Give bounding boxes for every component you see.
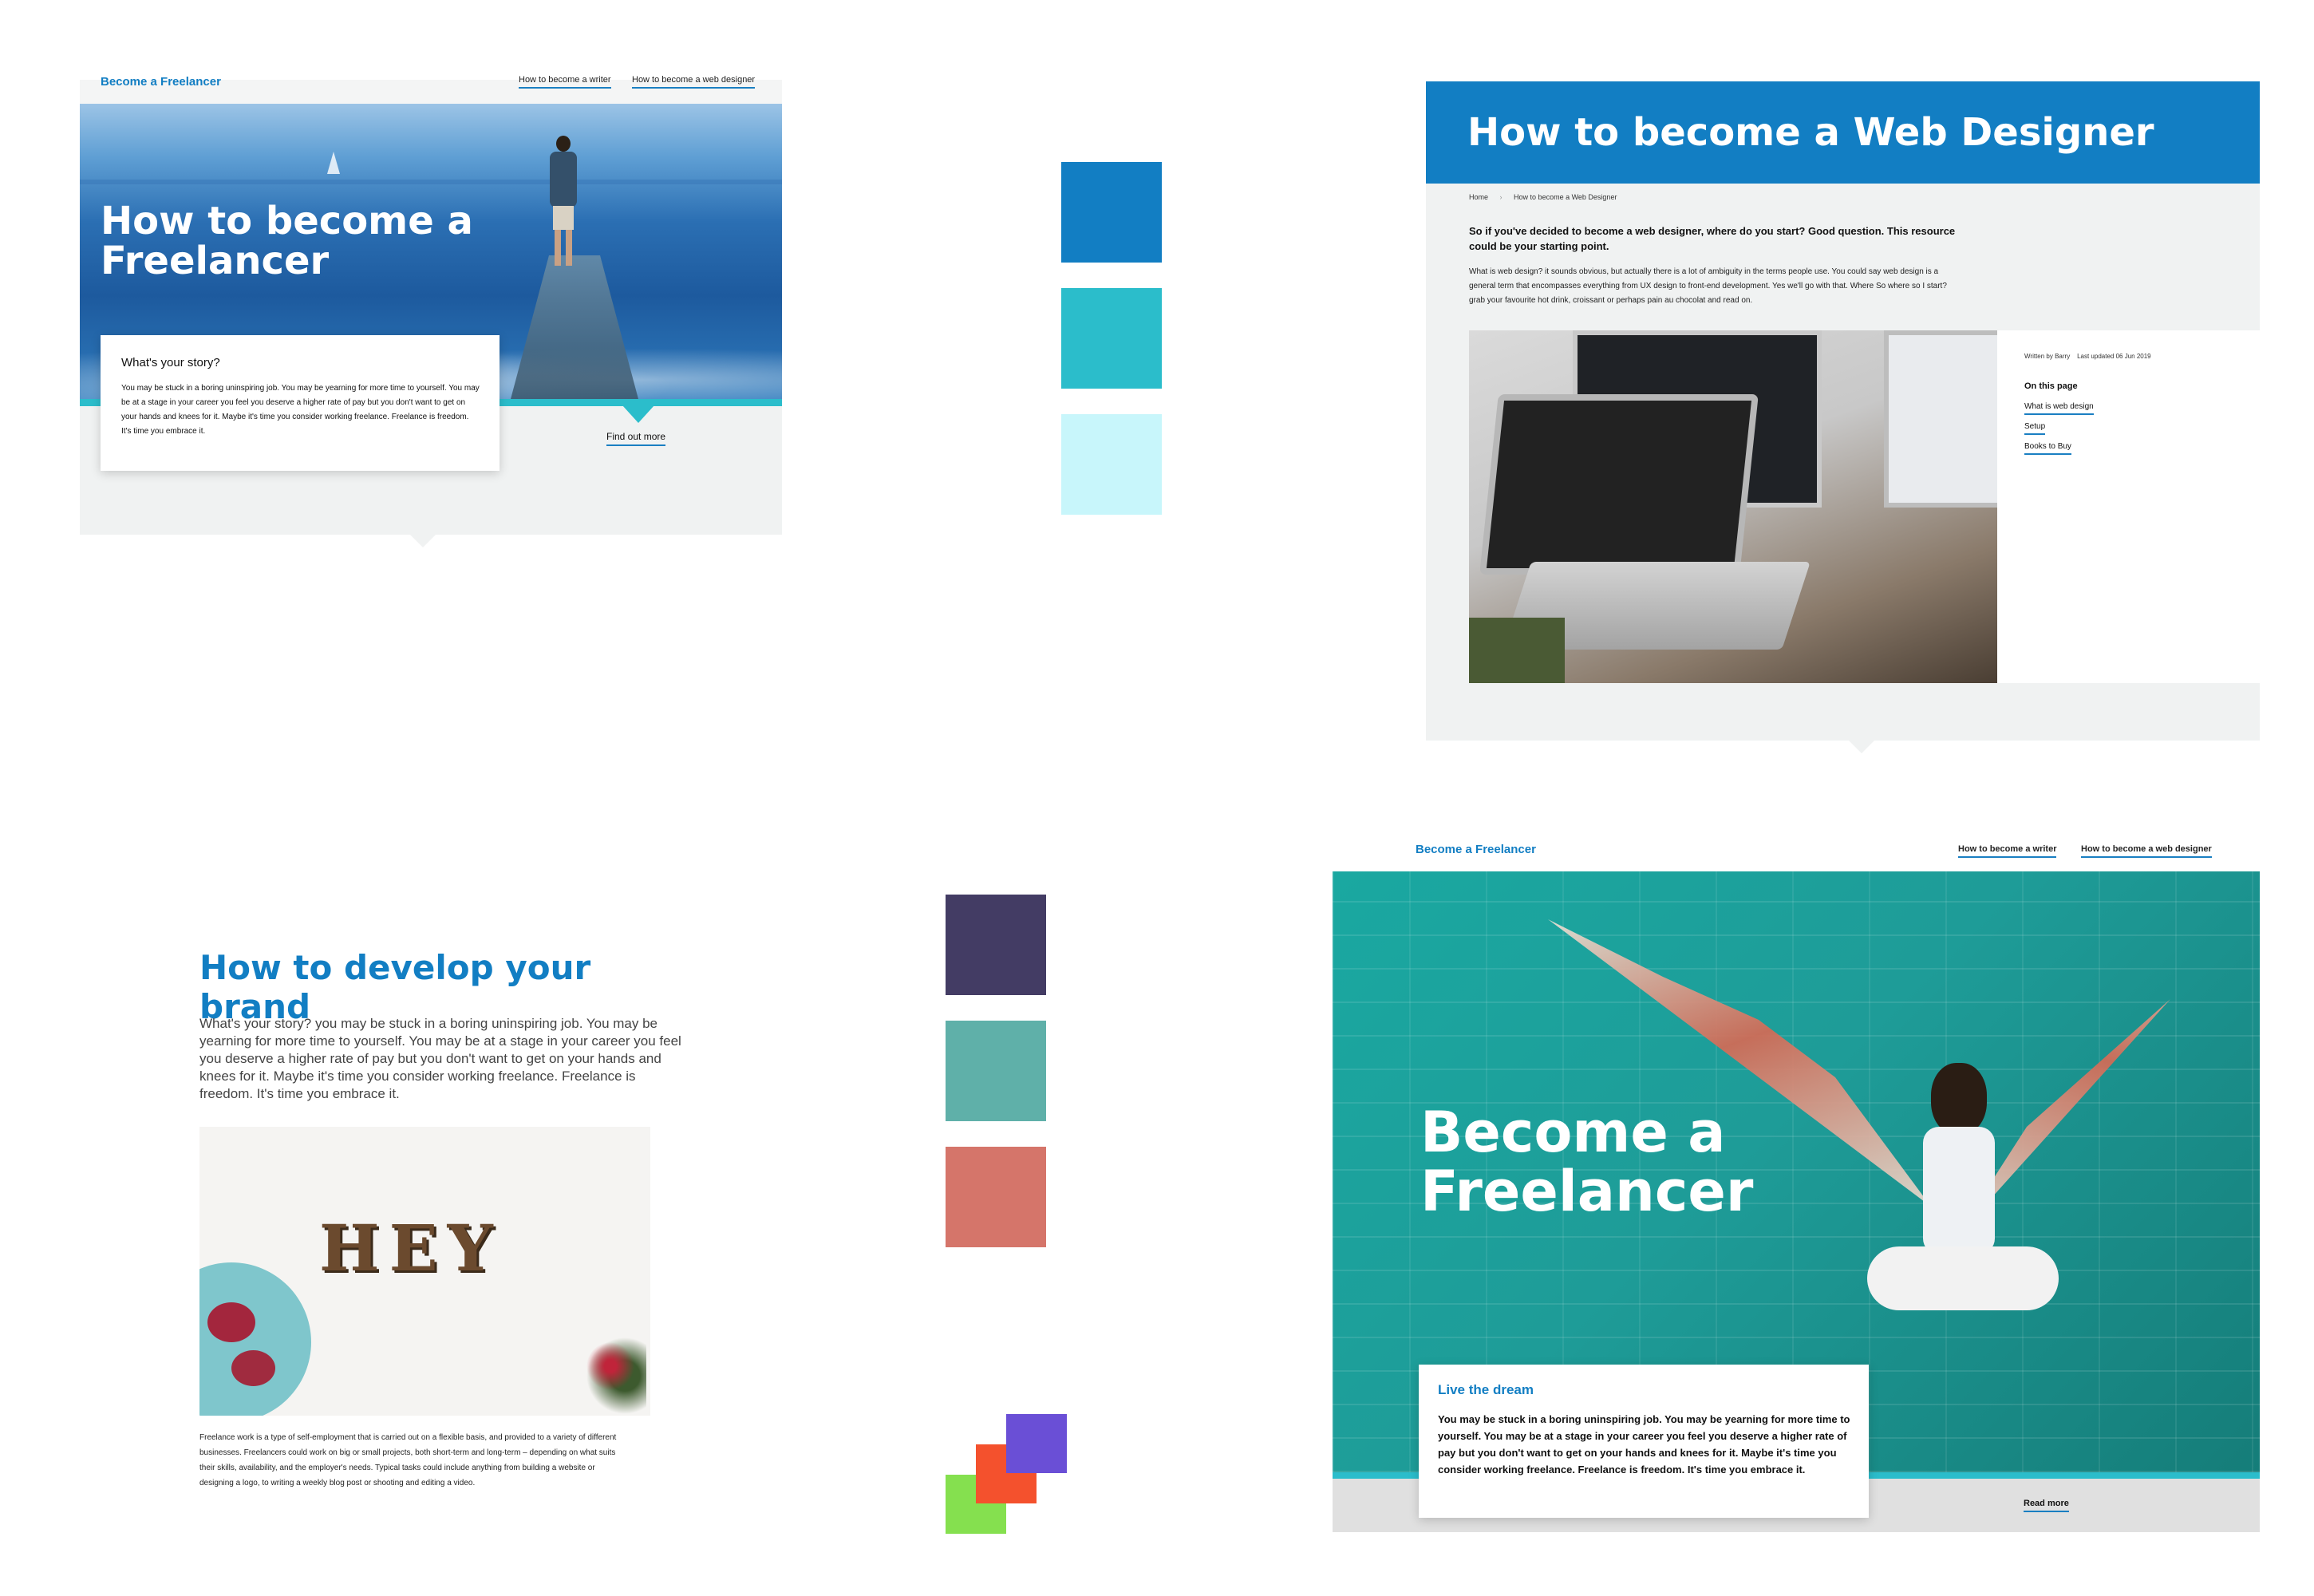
article-meta: Written by Barry Last updated 06 Jun 201… xyxy=(2024,353,2151,360)
brand-logo[interactable]: Become a Freelancer xyxy=(1416,843,1536,856)
letterpress-word: HEY xyxy=(319,1211,503,1286)
card-body: You may be stuck in a boring uninspiring… xyxy=(121,384,480,436)
swatch-navy xyxy=(946,895,1046,995)
card-heading: Live the dream xyxy=(1438,1382,1534,1397)
article-lead: What's your story? you may be stuck in a… xyxy=(199,1016,681,1101)
find-out-more-link[interactable]: Find out more xyxy=(606,431,666,446)
mock-brand-article: How to develop your brand What's your st… xyxy=(199,942,710,1516)
article-body: Freelance work is a type of self-employm… xyxy=(199,1433,617,1487)
woman-figure xyxy=(1867,1063,2059,1398)
laptop-photo xyxy=(1469,330,1997,683)
swatch-salmon xyxy=(946,1147,1046,1247)
intro-text: So if you've decided to become a web des… xyxy=(1469,225,1956,252)
page-title: How to become a Web Designer xyxy=(1467,110,2154,155)
mock-web-designer-page: How to become a Web Designer Home › How … xyxy=(1426,81,2260,741)
read-more-link[interactable]: Read more xyxy=(2024,1499,2069,1512)
breadcrumb-home[interactable]: Home xyxy=(1469,193,1488,201)
nav-link-web-designer[interactable]: How to become a web designer xyxy=(632,75,756,89)
hero-title: Become a Freelancer xyxy=(1420,1100,1754,1224)
band-caret xyxy=(622,405,654,423)
mock-freelancer-page: Become a Freelancer How to become a writ… xyxy=(80,75,782,535)
body-text: What is web design? it sounds obvious, b… xyxy=(1469,267,1947,305)
hey-image: HEY xyxy=(199,1127,650,1416)
nav-link-writer[interactable]: How to become a writer xyxy=(1958,844,2057,858)
person-figure xyxy=(547,136,578,267)
title-bar: How to become a Web Designer xyxy=(1426,81,2260,184)
story-card: What's your story? You may be stuck in a… xyxy=(101,335,500,471)
breadcrumb-separator-icon: › xyxy=(1499,193,1503,201)
breadcrumb: Home › How to become a Web Designer xyxy=(1469,193,1617,201)
dream-card: Live the dream You may be stuck in a bor… xyxy=(1419,1365,1869,1518)
nav-link-web-designer[interactable]: How to become a web designer xyxy=(2081,844,2212,858)
card-body: You may be stuck in a boring uninspiring… xyxy=(1438,1413,1850,1476)
swatch-sage xyxy=(946,1021,1046,1121)
sea-horizon xyxy=(80,180,782,184)
toc-link-what-is-web-design[interactable]: What is web design xyxy=(2024,402,2094,415)
mock-become-freelancer-page: Become a Freelancer How to become a writ… xyxy=(1333,838,2260,1532)
pier xyxy=(511,255,638,399)
top-nav: Become a Freelancer How to become a writ… xyxy=(80,75,782,104)
swatch-ice xyxy=(1061,414,1162,515)
nav-link-writer[interactable]: How to become a writer xyxy=(519,75,611,89)
brand-logo[interactable]: Become a Freelancer xyxy=(101,75,221,89)
sidebar-panel: Written by Barry Last updated 06 Jun 201… xyxy=(1997,330,2260,683)
section-caret xyxy=(1847,739,1876,753)
toc-link-setup[interactable]: Setup xyxy=(2024,422,2046,435)
section-caret xyxy=(409,533,437,547)
swatch-teal xyxy=(1061,288,1162,389)
toc-link-books-to-buy[interactable]: Books to Buy xyxy=(2024,442,2071,455)
sailboat xyxy=(327,152,340,174)
swatch-blue xyxy=(1061,162,1162,263)
hero-title: How to become a Freelancer xyxy=(101,199,473,283)
top-nav: Become a Freelancer How to become a writ… xyxy=(1333,838,2260,871)
stack-square-purple xyxy=(1006,1414,1067,1473)
breadcrumb-current: How to become a Web Designer xyxy=(1514,193,1617,201)
toc-heading: On this page xyxy=(2024,381,2078,391)
card-heading: What's your story? xyxy=(121,356,220,369)
